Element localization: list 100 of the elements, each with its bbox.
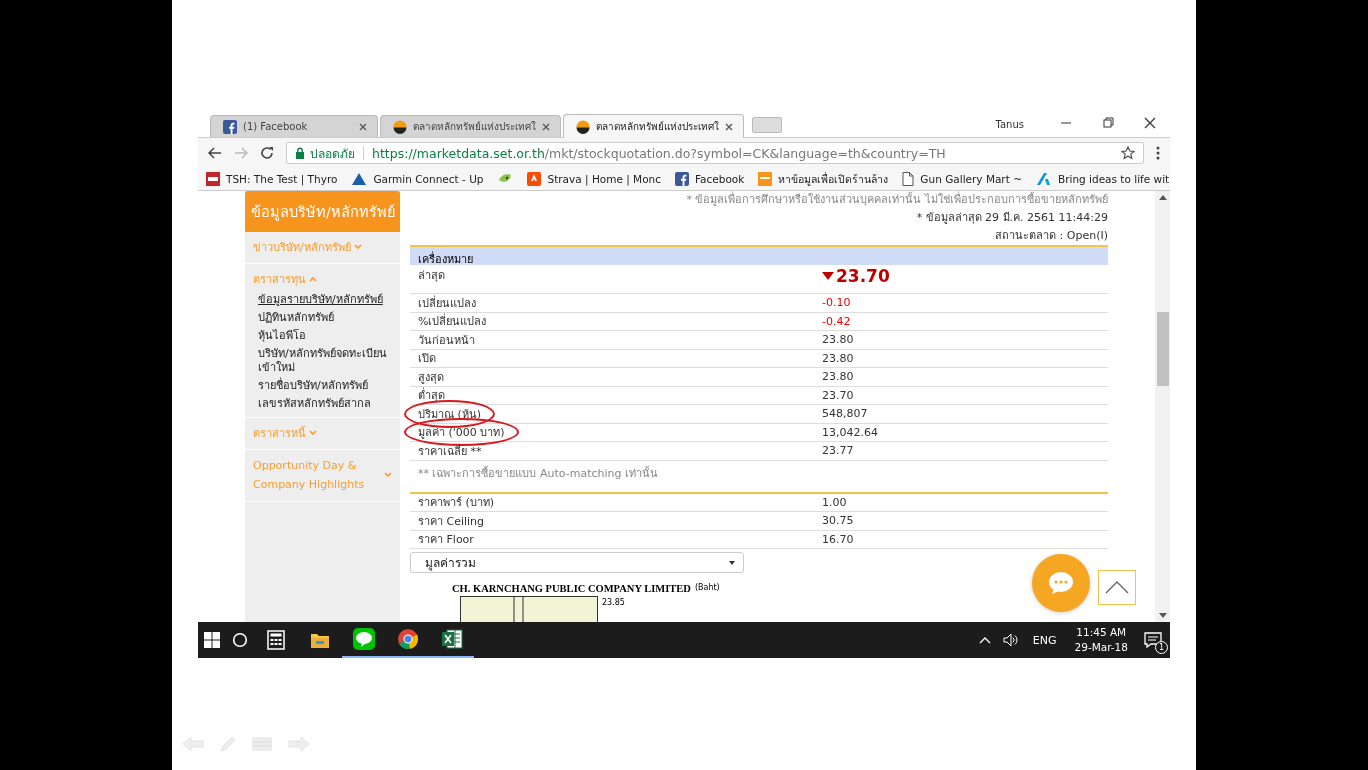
back-arrow-icon[interactable]	[208, 147, 222, 159]
tab-title: ตลาดหลักทรัพย์แห่งประเทศใ	[413, 120, 536, 134]
strava-icon	[527, 172, 542, 186]
lock-icon	[295, 147, 305, 159]
table-cell: 23.80	[822, 351, 854, 365]
info-note: * ข้อมูลล่าสุด 29 มี.ค. 2561 11:44:29	[915, 210, 1108, 226]
table-cell: เปลี่ยนแปลง	[418, 296, 476, 310]
restore-icon[interactable]	[1102, 117, 1114, 129]
scrollbar[interactable]	[1155, 191, 1170, 622]
table-cell: 1.00	[822, 495, 847, 509]
table-cell: วันก่อนหน้า	[418, 333, 475, 347]
table-cell: %เปลี่ยนแปลง	[418, 315, 487, 329]
bookmark-link[interactable]: หาข้อมูลเพื่อเปิดร้านล้าง	[758, 170, 889, 188]
bookmark-link[interactable]: Bring ideas to life wit	[1035, 172, 1170, 186]
table-cell: 548,807	[822, 407, 868, 421]
clock[interactable]: 11:45 AM 29-Mar-18	[1074, 625, 1128, 655]
reload-icon[interactable]	[260, 146, 274, 160]
speech-bubble-icon	[1048, 571, 1074, 595]
table-cell: มูลค่า ('000 บาท)	[418, 426, 505, 440]
chevron-up-icon[interactable]	[978, 636, 991, 644]
spreadsheet-icon	[441, 628, 463, 650]
windows-logo-icon[interactable]	[204, 632, 220, 648]
table-cell: 16.70	[822, 532, 854, 546]
bookmark-link[interactable]: Gun Gallery Mart ~	[902, 172, 1022, 186]
search-icon[interactable]	[232, 632, 248, 648]
chevron-down-icon	[353, 244, 362, 250]
chevron-up-icon	[1105, 581, 1129, 594]
dropdown-caret-icon	[729, 560, 735, 565]
table-cell: ราคา Ceiling	[418, 514, 485, 528]
down-triangle-icon	[822, 272, 834, 280]
table-cell: 30.75	[822, 514, 854, 528]
table-cell: 23.80	[822, 370, 854, 384]
triangle-icon	[351, 172, 368, 186]
table-cell: ราคา Floor	[418, 533, 474, 547]
chat-bubble-icon	[353, 628, 375, 650]
sidebar-link[interactable]: หุ้นไอพีโอ	[245, 327, 400, 345]
axis-label: (Baht)	[694, 583, 720, 592]
table-cell: 23.77	[822, 444, 854, 458]
sun-logo-icon	[393, 119, 407, 134]
chevron-down-icon	[309, 430, 317, 436]
a-shape-icon	[1035, 172, 1052, 186]
table-cell: ล่าสุด	[418, 269, 445, 282]
table-header: เครื่องหมาย	[410, 247, 1108, 265]
scroll-down-icon[interactable]	[1158, 613, 1167, 618]
sidebar-link[interactable]: ข้อมูลรายบริษัท/หลักทรัพย์	[245, 291, 400, 309]
footnote: ** เฉพาะการซื้อขายแบบ Auto-matching เท่านั้น	[410, 460, 1108, 494]
last-price: 23.70	[836, 266, 890, 286]
browser-tab[interactable]: (1) Facebook	[210, 115, 378, 137]
language-indicator[interactable]: ENG	[1032, 633, 1057, 647]
sidebar-heading: ข้อมูลบริษัท/หลักทรัพย์	[245, 191, 400, 232]
close-icon[interactable]	[725, 122, 733, 131]
table-cell: สูงสุด	[418, 370, 444, 384]
table-cell: -0.42	[822, 314, 851, 328]
table-cell: เปิด	[418, 352, 436, 366]
calculator-icon	[267, 630, 285, 650]
scroll-up-icon[interactable]	[1158, 195, 1167, 200]
menu-icon[interactable]	[1156, 146, 1160, 160]
table-cell: ราคาเฉลี่ย **	[418, 444, 482, 458]
table-cell: ราคาพาร์ (บาท)	[418, 496, 495, 510]
bookmark-link[interactable]: Facebook	[675, 172, 745, 186]
date-text: 29-Mar-18	[1074, 640, 1128, 655]
tab-title: ตลาดหลักทรัพย์แห่งประเทศใ	[596, 120, 719, 134]
star-icon[interactable]	[1121, 146, 1135, 160]
bookmark-link[interactable]: Garmin Connect - Up	[351, 172, 484, 186]
bookmark-link[interactable]: Strava | Home | Monc	[527, 172, 661, 186]
sidebar-link[interactable]: เลขรหัสหลักทรัพย์สากล	[245, 395, 400, 413]
speaker-icon[interactable]	[1002, 633, 1019, 647]
address-field[interactable]: ปลอดภัย https://marketdata.set.or.th/mkt/stockquotation.do?symbol=CK&language=th&country=TH	[286, 142, 1144, 164]
table-cell: ปริมาณ (หุ้น)	[418, 407, 482, 421]
tab-title: (1) Facebook	[243, 121, 309, 132]
table-cell: 13,042.64	[822, 425, 878, 439]
facebook-icon	[223, 119, 237, 134]
browser-tab[interactable]: ตลาดหลักทรัพย์แห่งประเทศใ	[563, 114, 744, 138]
sidebar-link[interactable]: บริษัท/หลักทรัพย์จดทะเบียนเข้าใหม่	[245, 345, 400, 377]
url-text: https://marketdata.set.or.th/mkt/stockquotation.do?symbol=CK&language=th&country=TH	[372, 145, 946, 161]
table-cell: 23.70	[822, 388, 854, 402]
lto-logo-icon	[206, 172, 220, 186]
sun-logo-icon	[576, 119, 590, 134]
profile-name[interactable]: Tanus	[995, 119, 1024, 130]
notification-icon[interactable]	[1144, 632, 1162, 648]
info-note: สถานะตลาด : Open(I)	[994, 228, 1108, 244]
table-cell: 23.80	[822, 333, 854, 347]
sidebar-link[interactable]: ปฏิทินหลักทรัพย์	[245, 309, 400, 327]
facebook-icon	[675, 172, 689, 186]
scrollbar-thumb[interactable]	[1156, 312, 1169, 386]
table-cell: -0.10	[822, 296, 851, 310]
chrome-icon	[397, 628, 419, 650]
folder-icon	[310, 631, 330, 649]
notification-badge: 1	[1155, 641, 1168, 654]
bookmark-link[interactable]: TSH: The Test | Thyro	[206, 172, 338, 186]
security-label: ปลอดภัย	[310, 145, 355, 163]
sidebar-link[interactable]: รายชื่อบริษัท/หลักทรัพย์	[245, 377, 400, 395]
browser-tab[interactable]: ตลาดหลักทรัพย์แห่งประเทศใ	[380, 115, 561, 137]
chevron-down-icon	[384, 472, 392, 478]
store-logo-icon	[758, 172, 773, 186]
dropdown[interactable]: มูลค่ารวม	[410, 552, 744, 573]
time-text: 11:45 AM	[1076, 625, 1127, 640]
chevron-up-icon	[309, 276, 317, 282]
chart-title: CH. KARNCHANG PUBLIC COMPANY LIMITED	[452, 583, 691, 594]
close-icon[interactable]	[1144, 117, 1156, 129]
